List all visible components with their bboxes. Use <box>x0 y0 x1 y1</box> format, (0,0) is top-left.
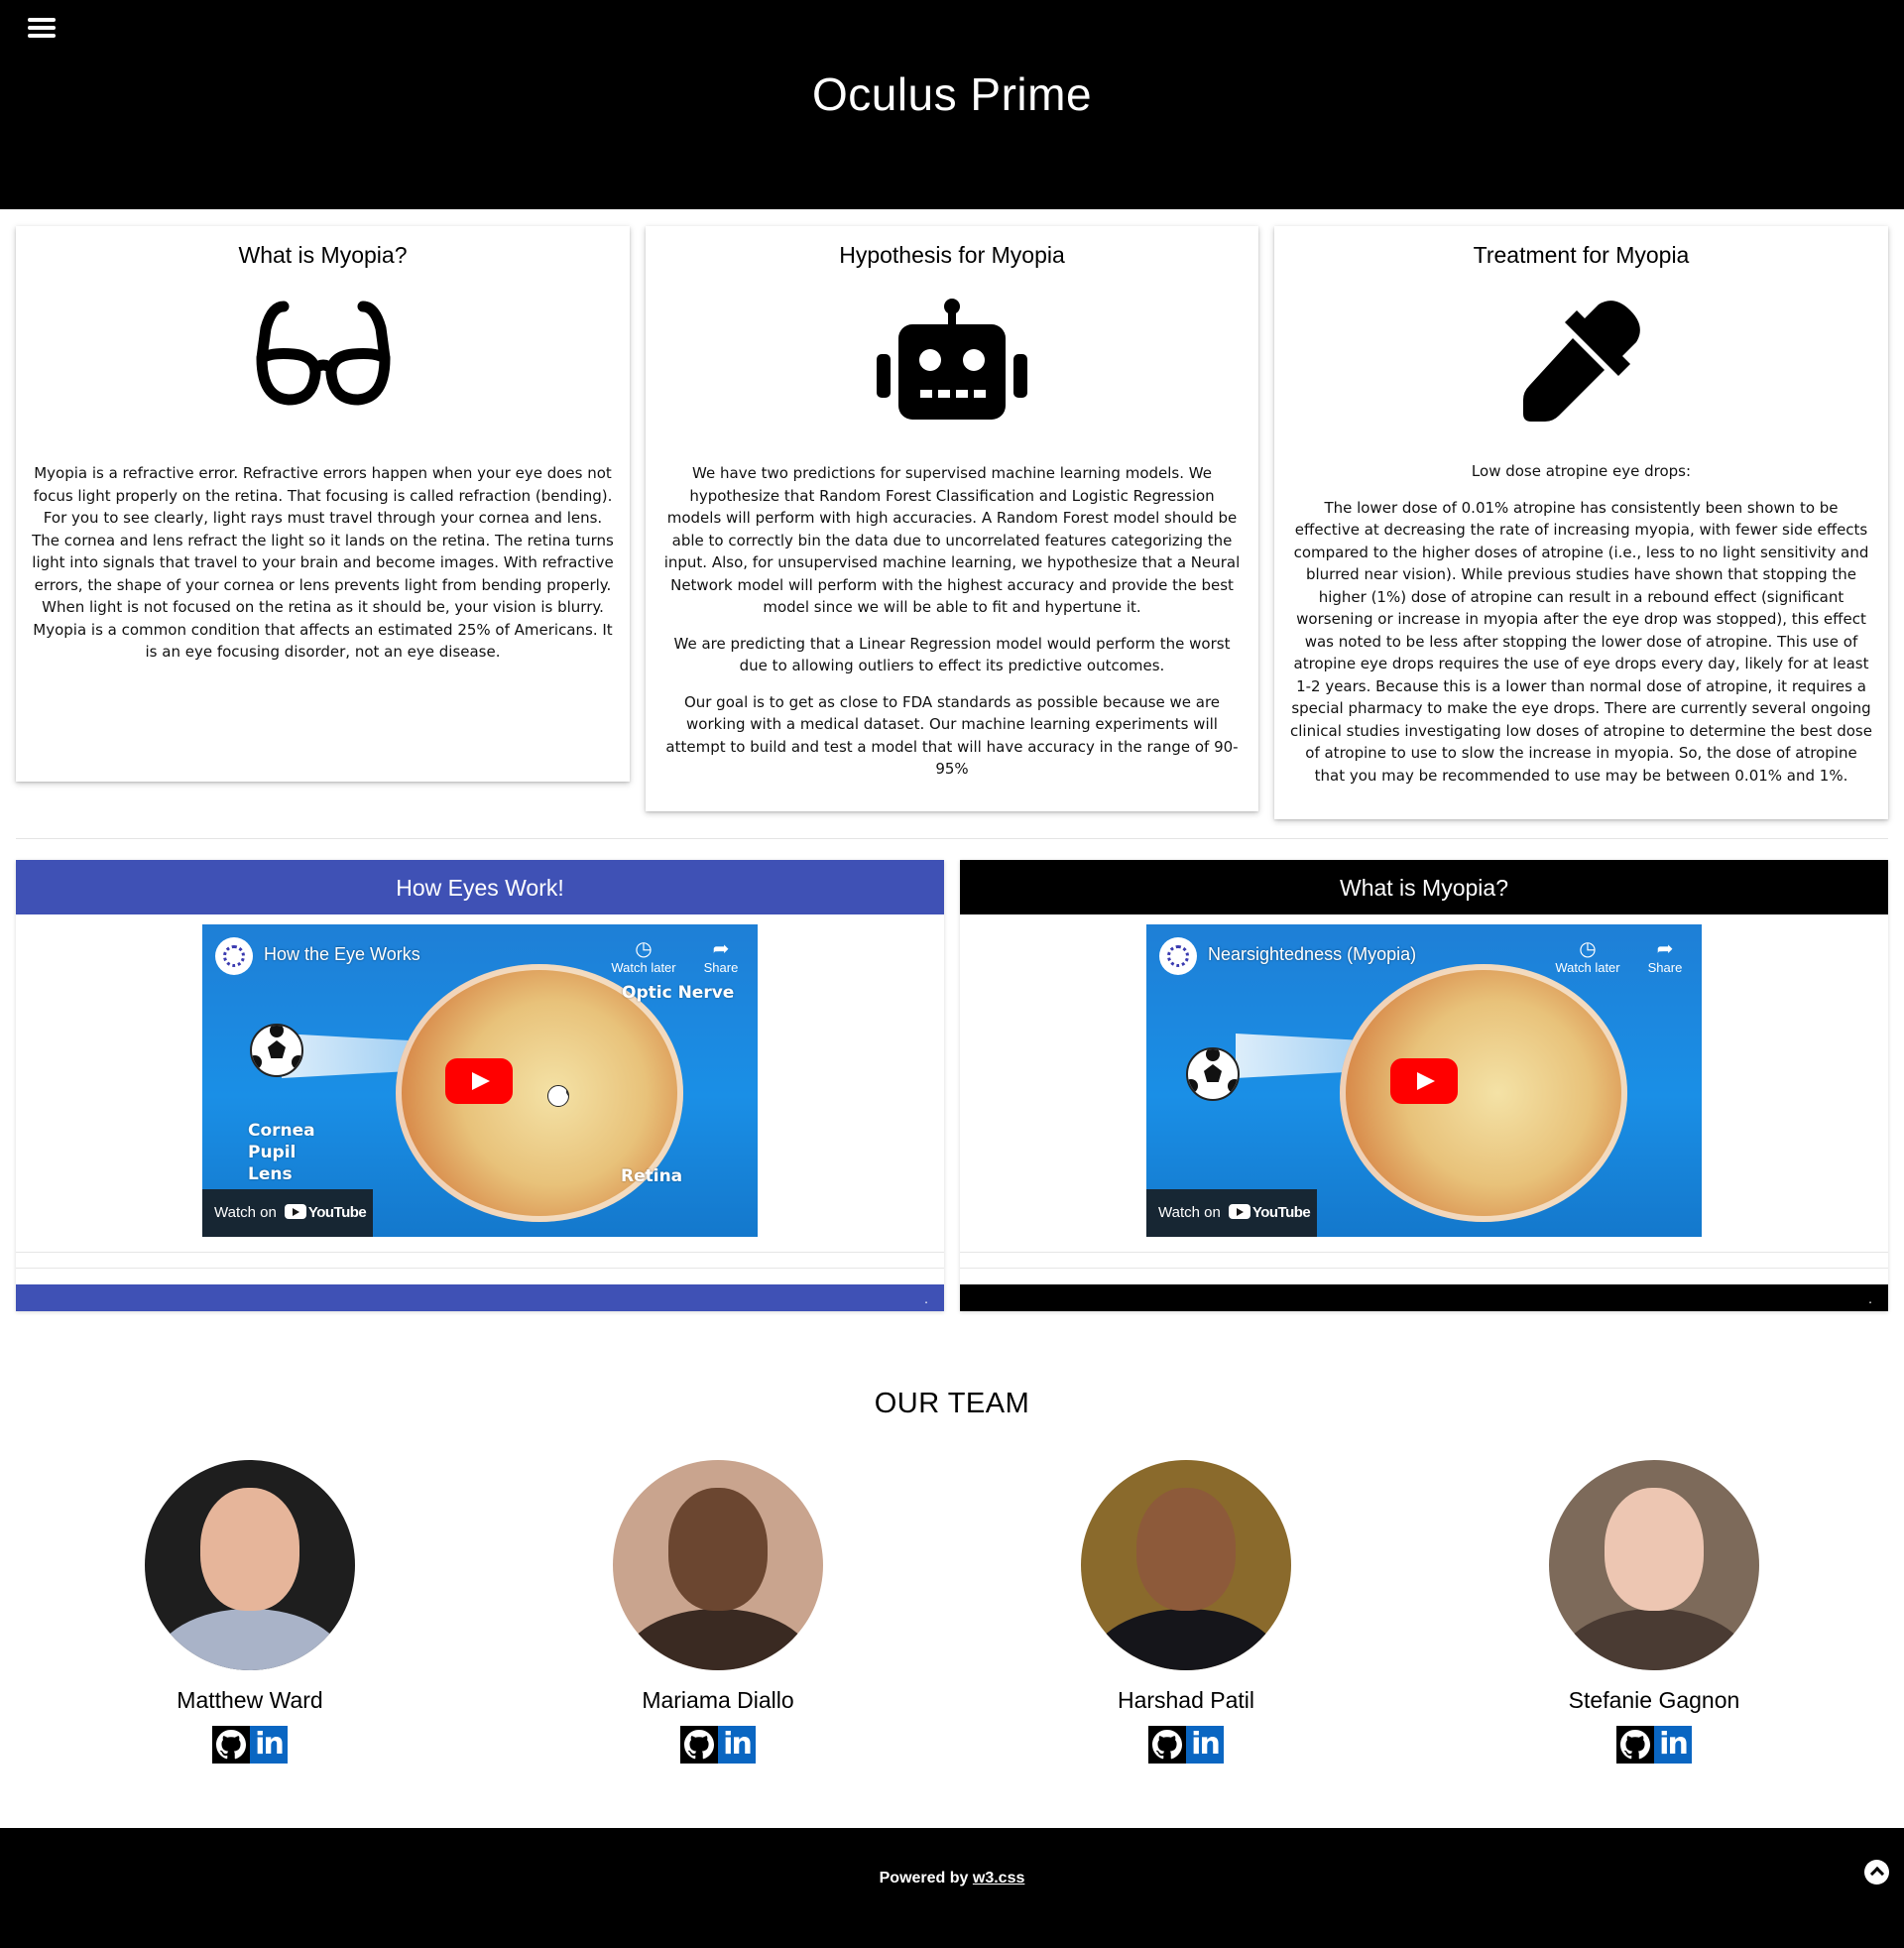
card-title: What is Myopia? <box>238 242 408 268</box>
card-hypothesis: Hypothesis for Myopia We have two predic… <box>646 226 1258 811</box>
member-name: Stefanie Gagnon <box>1568 1687 1740 1713</box>
glasses-icon <box>256 301 390 406</box>
member-name: Matthew Ward <box>177 1687 323 1713</box>
card-text: Our goal is to get as close to FDA stand… <box>665 692 1239 779</box>
clock-icon: ◷ <box>1579 938 1597 960</box>
member-name: Mariama Diallo <box>642 1687 794 1713</box>
site-title: Oculus Prime <box>811 68 1093 120</box>
avatar <box>1081 1460 1291 1670</box>
github-icon[interactable] <box>680 1726 718 1764</box>
avatar <box>1549 1460 1759 1670</box>
github-icon[interactable] <box>1616 1726 1654 1764</box>
linkedin-icon[interactable]: in <box>250 1726 288 1764</box>
card-text: We have two predictions for supervised m… <box>663 464 1241 616</box>
card-title: Treatment for Myopia <box>1473 242 1690 268</box>
video-panel-what-is-myopia: What is Myopia? Nearsightedness (Myopia)… <box>960 860 1888 1311</box>
label-retina: Retina <box>621 1166 683 1186</box>
share-arrow-icon: ➦ <box>712 938 730 960</box>
member-name: Harshad Patil <box>1117 1687 1255 1713</box>
youtube-video-embed[interactable]: How the Eye Works ◷ Watch later ➦ Share Op… <box>202 924 758 1237</box>
card-text: Low dose atropine eye drops: <box>1471 462 1692 480</box>
video-panel-footer: . <box>16 1284 944 1311</box>
video-panel-heading: How Eyes Work! <box>16 860 944 914</box>
page-footer: Powered by w3.css <box>0 1828 1904 1948</box>
share-arrow-icon: ➦ <box>1656 938 1674 960</box>
card-what-is-myopia: What is Myopia? Myopia is a refractive e… <box>16 226 630 782</box>
github-icon[interactable] <box>1148 1726 1186 1764</box>
eyedropper-icon <box>1523 301 1640 422</box>
watch-on-youtube-button[interactable]: Watch on YouTube <box>1146 1189 1317 1237</box>
team-member: Mariama Diallo in <box>569 1460 867 1764</box>
team-title: OUR TEAM <box>874 1388 1030 1419</box>
label-optic-nerve: Optic Nerve <box>622 983 735 1003</box>
soccer-ball-small-icon <box>547 1085 569 1107</box>
video-title[interactable]: Nearsightedness (Myopia) <box>1208 944 1416 965</box>
clock-icon: ◷ <box>635 938 653 960</box>
video-panel-heading: What is Myopia? <box>960 860 1888 914</box>
label-pupil: Pupil <box>248 1143 297 1162</box>
w3css-link[interactable]: w3.css <box>973 1870 1024 1887</box>
card-text: We are predicting that a Linear Regressi… <box>673 634 1231 675</box>
youtube-video-embed[interactable]: Nearsightedness (Myopia) ◷ Watch later ➦ S… <box>1146 924 1702 1237</box>
share-button[interactable]: ➦ Share <box>1630 936 1700 975</box>
linkedin-icon[interactable]: in <box>1186 1726 1224 1764</box>
linkedin-icon[interactable]: in <box>1654 1726 1692 1764</box>
label-cornea: Cornea <box>248 1121 315 1141</box>
watch-on-youtube-button[interactable]: Watch on YouTube <box>202 1189 373 1237</box>
team-member: Harshad Patil in <box>1037 1460 1335 1764</box>
section-divider <box>16 838 1888 839</box>
youtube-icon <box>284 1204 306 1219</box>
team-member: Matthew Ward in <box>101 1460 399 1764</box>
card-text: The lower dose of 0.01% atropine has con… <box>1290 498 1872 785</box>
page-header: Oculus Prime <box>0 0 1904 209</box>
watch-later-button[interactable]: ◷ Watch later <box>609 936 678 975</box>
card-treatment: Treatment for Myopia Low dose atropine e… <box>1274 226 1888 819</box>
hamburger-menu-icon[interactable] <box>28 15 56 43</box>
chevron-up-icon[interactable] <box>1864 1860 1889 1885</box>
github-icon[interactable] <box>212 1726 250 1764</box>
robot-icon <box>877 299 1027 420</box>
card-title: Hypothesis for Myopia <box>839 242 1065 268</box>
channel-logo-icon[interactable] <box>1159 937 1197 975</box>
card-text: Myopia is a refractive error. Refractive… <box>32 464 614 661</box>
soccer-ball-icon <box>250 1024 303 1077</box>
youtube-icon <box>1228 1204 1250 1219</box>
avatar <box>613 1460 823 1670</box>
watch-later-button[interactable]: ◷ Watch later <box>1553 936 1622 975</box>
linkedin-icon[interactable]: in <box>718 1726 756 1764</box>
eye-illustration <box>1340 964 1627 1222</box>
channel-logo-icon[interactable] <box>215 937 253 975</box>
video-panel-how-eyes-work: How Eyes Work! How the Eye Works ◷ Watch … <box>16 860 944 1311</box>
powered-by-text: Powered by w3.css <box>879 1870 1025 1887</box>
video-title[interactable]: How the Eye Works <box>264 944 420 965</box>
label-lens: Lens <box>248 1164 293 1184</box>
video-panel-footer: . <box>960 1284 1888 1311</box>
play-button[interactable] <box>1390 1058 1458 1104</box>
soccer-ball-icon <box>1186 1047 1240 1101</box>
play-button[interactable] <box>445 1058 513 1104</box>
team-member: Stefanie Gagnon in <box>1505 1460 1803 1764</box>
avatar <box>145 1460 355 1670</box>
share-button[interactable]: ➦ Share <box>686 936 756 975</box>
